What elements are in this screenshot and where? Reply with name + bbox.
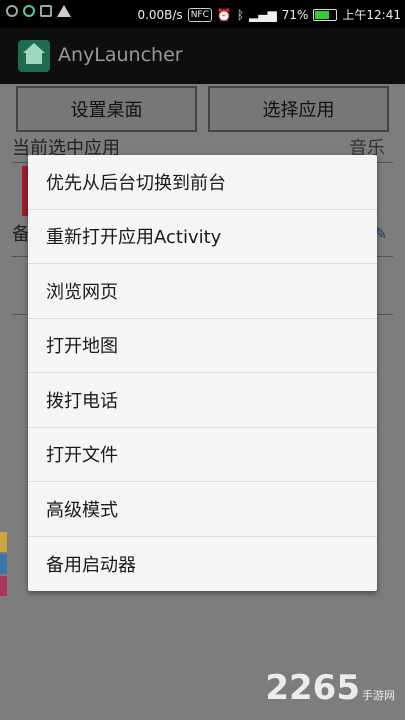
menu-item-switch-to-foreground[interactable]: 优先从后台切换到前台: [28, 155, 377, 210]
choose-app-button[interactable]: 选择应用: [208, 86, 389, 132]
nfc-icon: NFC: [187, 7, 212, 22]
battery-fill: [315, 10, 329, 19]
status-bar: 0.00B/s NFC ⏰ ᛒ ▂▄▆ 71% 上午12:41: [0, 0, 405, 28]
battery-percent: 71%: [281, 7, 309, 22]
menu-item-browse-web[interactable]: 浏览网页: [28, 264, 377, 319]
watermark-sub: 手游网: [362, 689, 395, 702]
app-title: AnyLauncher: [58, 44, 183, 66]
notification-icons: [6, 5, 71, 17]
menu-item-backup-launcher[interactable]: 备用启动器: [28, 537, 377, 592]
watermark-text: 2265: [265, 668, 360, 708]
system-icons: 0.00B/s NFC ⏰ ᛒ ▂▄▆ 71% 上午12:41: [137, 6, 401, 23]
menu-item-advanced-mode[interactable]: 高级模式: [28, 482, 377, 537]
color-strip: [0, 576, 7, 596]
home-icon: [18, 40, 50, 72]
warning-icon: [57, 5, 71, 17]
menu-item-open-map[interactable]: 打开地图: [28, 319, 377, 373]
app-bar: AnyLauncher: [0, 28, 405, 84]
signal-icon: ▂▄▆: [249, 7, 277, 22]
alarm-icon: ⏰: [216, 7, 232, 22]
app-notification-icon: [23, 5, 35, 17]
network-speed: 0.00B/s: [137, 7, 183, 22]
color-strip: [0, 532, 7, 552]
battery-icon: [313, 8, 338, 21]
watermark-logo: 2265 手游网: [265, 668, 395, 708]
menu-item-dial-phone[interactable]: 拨打电话: [28, 373, 377, 428]
image-icon: [40, 5, 52, 17]
sync-icon: [6, 5, 18, 17]
menu-item-open-file[interactable]: 打开文件: [28, 428, 377, 482]
clock: 上午12:41: [342, 8, 401, 22]
menu-item-reopen-activity[interactable]: 重新打开应用Activity: [28, 210, 377, 264]
color-strip: [0, 554, 7, 574]
launch-mode-dialog: 优先从后台切换到前台 重新打开应用Activity 浏览网页 打开地图 拨打电话…: [28, 155, 377, 591]
set-desktop-button[interactable]: 设置桌面: [16, 86, 197, 132]
bluetooth-icon: ᛒ: [236, 7, 245, 22]
